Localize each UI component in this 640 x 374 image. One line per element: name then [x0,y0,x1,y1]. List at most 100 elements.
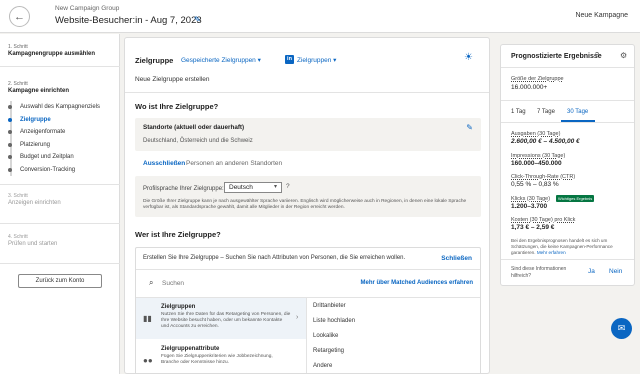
ctr-value: 0,55 % – 0,83 % [511,181,559,188]
bar-chart-icon: ▮▮ [143,314,152,323]
forecast-panel: Prognostizierte Ergebnisse ? ⚙ Größe der… [500,44,635,286]
pencil-icon[interactable]: ✎ [466,123,473,132]
step-number: 2. Schritt [8,81,28,87]
spend-label: Ausgaben (30 Tage) [511,131,561,137]
feedback-question: Sind diese Informationen hilfreich? [511,266,567,279]
option-other[interactable]: Andere [313,363,332,369]
step-title: Kampagnengruppe auswählen [8,51,96,57]
matched-audiences-link[interactable]: Mehr über Matched Audiences erfahren [361,280,473,286]
new-audience-label: Neue Zielgruppe erstellen [135,76,210,83]
audience-size-label: Größe der Zielgruppe [511,76,564,82]
divider [125,92,489,93]
back-to-account-button[interactable]: Zurück zum Konto [18,274,102,288]
audience-title: Zielgruppe [135,56,174,65]
forecast-tabs: 1 Tag 7 Tage 30 Tage [501,106,634,122]
locations-title: Standorte (aktuell oder dauerhaft) [143,124,245,131]
divider [0,66,120,67]
other-locations-link[interactable]: Personen an anderen Standorten [186,160,282,167]
profile-language-value: Deutsch [229,184,253,191]
saved-audiences-dropdown[interactable]: Gespeicherte Zielgruppen ▾ [181,56,261,64]
feedback-no-button[interactable]: Nein [609,268,622,275]
profile-language-select[interactable]: Deutsch ▾ [224,182,282,193]
category-audience-attributes[interactable]: ●● Zielgruppenattribute Fügen Sie Zielgr… [136,340,306,373]
locations-values: Deutschland, Österreich und die Schweiz [143,138,253,144]
step-2[interactable]: 2. Schritt Kampagne einrichten [8,81,69,94]
substep-budget-schedule[interactable]: Budget und Zeitplan [7,151,100,164]
profile-language-box: Profilsprache Ihrer Zielgruppe: Deutsch … [135,176,481,217]
option-retargeting[interactable]: Retargeting [313,348,344,354]
close-button[interactable]: Schließen [441,255,472,262]
key-result-badge: Wichtiges Ergebnis [556,195,595,202]
divider [501,122,634,123]
campaign-title: Website-Besucher:in - Aug 7, 2023 [55,15,202,26]
locations-box: Standorte (aktuell oder dauerhaft) Deuts… [135,118,481,151]
divider [0,184,120,185]
top-bar: ← New Campaign Group Website-Besucher:in… [0,0,640,33]
substep-ad-formats[interactable]: Anzeigenformate [7,126,100,139]
learn-more-link[interactable]: Mehr erfahren [537,250,566,255]
feedback-yes-button[interactable]: Ja [588,268,595,275]
forecast-title: Prognostizierte Ergebnisse [511,53,602,60]
sun-icon[interactable]: ☀ [464,52,473,63]
tab-7-days[interactable]: 7 Tage [537,109,555,115]
linkedin-icon: in [285,55,294,64]
chevron-down-icon: ▾ [273,184,277,190]
substep-conversion-tracking[interactable]: Conversion-Tracking [7,164,100,177]
arrow-left-icon[interactable]: ← [9,6,30,27]
audience-builder: Erstellen Sie Ihre Zielgruppe – Suchen S… [135,247,481,373]
category-description: Fügen Sie Zielgruppenkriterien wie Jobbe… [161,354,273,365]
tab-1-day[interactable]: 1 Tag [511,109,526,115]
audience-size-value: 16.000.000+ [511,84,548,91]
account-name[interactable]: Neue Kampagne [575,12,628,19]
category-audiences[interactable]: ▮▮ Zielgruppen Nutzen Sie Ihre Daten für… [136,298,306,339]
profile-language-label: Profilsprache Ihrer Zielgruppe: [143,186,224,192]
search-icon: ⌕ [149,278,154,287]
chat-icon[interactable]: ✉ [611,318,632,339]
step-sidebar: 1. Schritt Kampagnengruppe auswählen 2. … [0,34,120,374]
people-icon: ●● [143,356,153,365]
option-third-party[interactable]: Drittanbieter [313,303,346,309]
cpc-value: 1,73 € – 2,59 € [511,224,555,231]
audiences-dropdown[interactable]: Zielgruppen ▾ [297,56,336,64]
category-title: Zielgruppenattribute [161,346,220,352]
audience-hint: Erstellen Sie Ihre Zielgruppe – Suchen S… [143,255,406,261]
clicks-value: 1.200–3.700 [511,203,548,210]
divider [501,100,634,101]
impressions-value: 160.000–450.000 [511,160,562,167]
step-number: 4. Schritt [8,234,28,240]
step-3: 3. Schritt Anzeigen einrichten [8,193,61,206]
divider [136,269,480,270]
campaign-group-label: New Campaign Group [55,5,120,12]
divider [0,223,120,224]
pencil-icon[interactable]: ✎ [194,15,201,24]
targeting-panel: Zielgruppe Gespeicherte Zielgruppen ▾ in… [124,37,490,374]
help-icon[interactable]: ? [595,52,599,59]
category-list: ▮▮ Zielgruppen Nutzen Sie Ihre Daten für… [136,297,306,373]
impressions-label: Impressions (30 Tage) [511,153,566,159]
category-title: Zielgruppen [161,304,196,310]
option-lookalike[interactable]: Lookalike [313,333,338,339]
tab-30-days[interactable]: 30 Tage [567,109,588,115]
gear-icon[interactable]: ⚙ [620,51,627,60]
step-number: 1. Schritt [8,44,28,50]
chevron-right-icon: › [296,314,299,321]
spend-value: 2.600,00 € – 4.500,00 € [511,138,580,145]
step-4: 4. Schritt Prüfen und starten [8,234,57,247]
clicks-label: Klicks (30 Tage) [511,196,551,202]
substep-list: Auswahl des Kampagnenziels Zielgruppe An… [7,101,100,177]
ctr-label: Click-Through-Rate (CTR) [511,174,576,180]
step-1[interactable]: 1. Schritt Kampagnengruppe auswählen [8,44,95,57]
substep-placement[interactable]: Platzierung [7,139,100,152]
option-upload-list[interactable]: Liste hochladen [313,318,355,324]
substep-campaign-objective[interactable]: Auswahl des Kampagnenziels [7,101,100,114]
step-title: Kampagne einrichten [8,88,70,94]
substep-audience[interactable]: Zielgruppe [7,114,100,127]
search-input[interactable] [162,278,312,288]
step-title: Prüfen und starten [8,241,58,247]
step-title: Anzeigen einrichten [8,200,61,206]
where-heading: Wo ist Ihre Zielgruppe? [135,102,219,111]
help-icon[interactable]: ? [286,183,290,190]
divider [501,259,634,260]
divider [501,67,634,68]
exclude-link[interactable]: Ausschließen [143,160,185,167]
